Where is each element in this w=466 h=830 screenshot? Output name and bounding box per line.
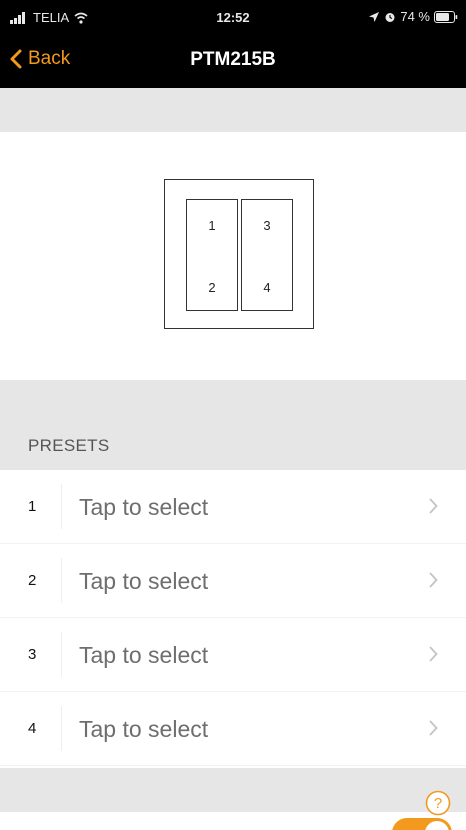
divider: [61, 558, 62, 603]
preset-label: Tap to select: [79, 494, 209, 520]
device-button-4: 4: [263, 280, 271, 295]
battery-percent: 74 %: [400, 9, 430, 24]
alarm-icon: [385, 12, 395, 22]
divider: [61, 484, 62, 529]
top-bar: TELIA 12:52 74 % Back PTM215B: [0, 0, 466, 88]
device-button-1: 1: [208, 218, 216, 233]
divider: [61, 632, 62, 677]
preset-number: 2: [28, 572, 37, 589]
device-button-3: 3: [263, 218, 271, 233]
preset-row-4[interactable]: 4 Tap to select: [0, 692, 466, 766]
presets-header: PRESETS: [28, 436, 110, 455]
preset-list: 1 Tap to select 2 Tap to select 3 Tap to…: [0, 470, 466, 766]
separator-band-presets: [0, 380, 466, 470]
status-bar: TELIA 12:52 74 %: [0, 0, 466, 36]
battery-icon: [434, 10, 458, 23]
chevron-right-icon: [429, 572, 438, 588]
status-right: 74 %: [368, 9, 458, 24]
chevron-right-icon: [429, 720, 438, 736]
preset-row-1[interactable]: 1 Tap to select: [0, 470, 466, 544]
chevron-right-icon: [429, 646, 438, 662]
device-diagram: 1 2 3 4: [164, 179, 314, 329]
rocker-left: 1 2: [186, 199, 238, 311]
separator-band-bottom: [0, 768, 466, 812]
preset-row-3[interactable]: 3 Tap to select: [0, 618, 466, 692]
device-button-2: 2: [208, 280, 216, 295]
location-icon: [369, 11, 380, 22]
preset-number: 3: [28, 646, 37, 663]
toggle-switch[interactable]: [392, 818, 452, 830]
divider: [61, 706, 62, 751]
help-icon[interactable]: ?: [425, 790, 451, 816]
preset-label: Tap to select: [79, 568, 209, 594]
rocker-right: 3 4: [241, 199, 293, 311]
chevron-right-icon: [429, 498, 438, 514]
preset-row-2[interactable]: 2 Tap to select: [0, 544, 466, 618]
preset-label: Tap to select: [79, 716, 209, 742]
preset-number: 1: [28, 498, 37, 515]
navigation-bar: Back PTM215B: [0, 36, 466, 88]
preset-number: 4: [28, 720, 37, 737]
page-title: PTM215B: [190, 49, 276, 70]
help-glyph: ?: [434, 795, 442, 812]
screen: TELIA 12:52 74 % Back PTM215B 1 2 3 4 PR…: [0, 0, 466, 830]
toggle-knob: [425, 821, 449, 830]
preset-label: Tap to select: [79, 642, 209, 668]
separator-band-top: [0, 88, 466, 132]
